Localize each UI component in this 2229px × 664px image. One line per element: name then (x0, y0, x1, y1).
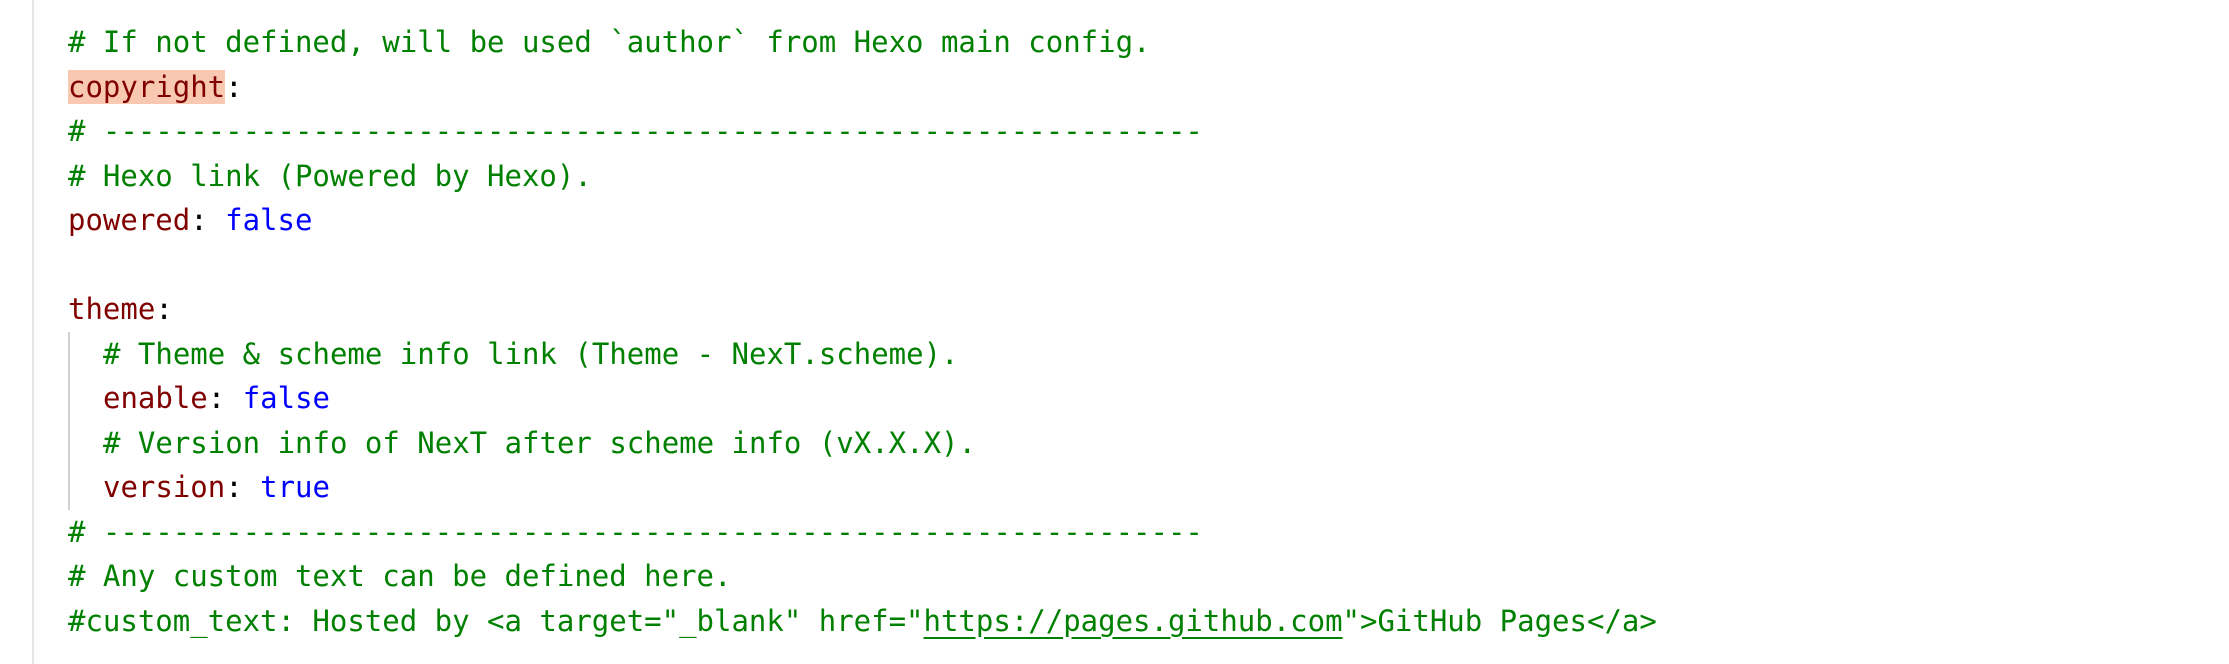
colon: : (190, 203, 226, 237)
comment-text: # Theme & scheme info link (Theme - NexT… (103, 336, 959, 371)
colon: : (225, 69, 243, 104)
copyright-key-highlighted: copyright (68, 69, 226, 104)
powered-value: false (225, 203, 313, 237)
enable-key: enable (103, 381, 208, 415)
editor-gutter-divider (32, 0, 34, 664)
colon: : (155, 292, 173, 326)
code-line: copyright: (68, 65, 1657, 110)
empty-line (68, 243, 1657, 288)
comment-text: # Version info of NexT after scheme info… (103, 425, 976, 460)
code-editor[interactable]: # If not defined, will be used `author` … (0, 0, 2229, 664)
indent-guide (68, 420, 103, 466)
comment-text: # If not defined, will be used `author` … (68, 25, 1151, 59)
pages-github-link[interactable]: https://pages.github.com (924, 604, 1343, 638)
code-line: # Hexo link (Powered by Hexo). (68, 154, 1657, 199)
code-line: # If not defined, will be used `author` … (68, 20, 1657, 65)
indent-guide (68, 376, 103, 421)
version-value: true (260, 470, 330, 504)
code-line: theme: (68, 287, 1657, 332)
code-line: # Any custom text can be defined here. (68, 554, 1657, 599)
powered-key: powered (68, 203, 191, 237)
theme-key: theme (68, 292, 156, 326)
code-line: #custom_text: Hosted by <a target="_blan… (68, 599, 1657, 644)
comment-text: #custom_text: Hosted by <a target="_blan… (68, 603, 924, 638)
comment-text: # Hexo link (Powered by Hexo). (68, 158, 592, 193)
code-lines: # If not defined, will be used `author` … (68, 20, 1657, 643)
enable-value: false (242, 381, 330, 415)
separator-comment: # --------------------------------------… (68, 514, 1203, 549)
separator-comment: # --------------------------------------… (68, 114, 1203, 148)
code-line: # --------------------------------------… (68, 109, 1657, 154)
indent-guide (68, 465, 103, 510)
code-line: # Theme & scheme info link (Theme - NexT… (68, 331, 1657, 377)
colon: : (225, 470, 261, 504)
code-line: powered: false (68, 198, 1657, 243)
indent-guide (68, 331, 103, 377)
code-line: enable: false (68, 376, 1657, 421)
version-key: version (103, 470, 226, 504)
colon: : (207, 381, 243, 415)
code-line: # Version info of NexT after scheme info… (68, 420, 1657, 466)
code-line: version: true (68, 465, 1657, 510)
code-line: # --------------------------------------… (68, 510, 1657, 555)
comment-text: # Any custom text can be defined here. (68, 559, 732, 593)
comment-text: ">GitHub Pages</a> (1342, 603, 1657, 638)
